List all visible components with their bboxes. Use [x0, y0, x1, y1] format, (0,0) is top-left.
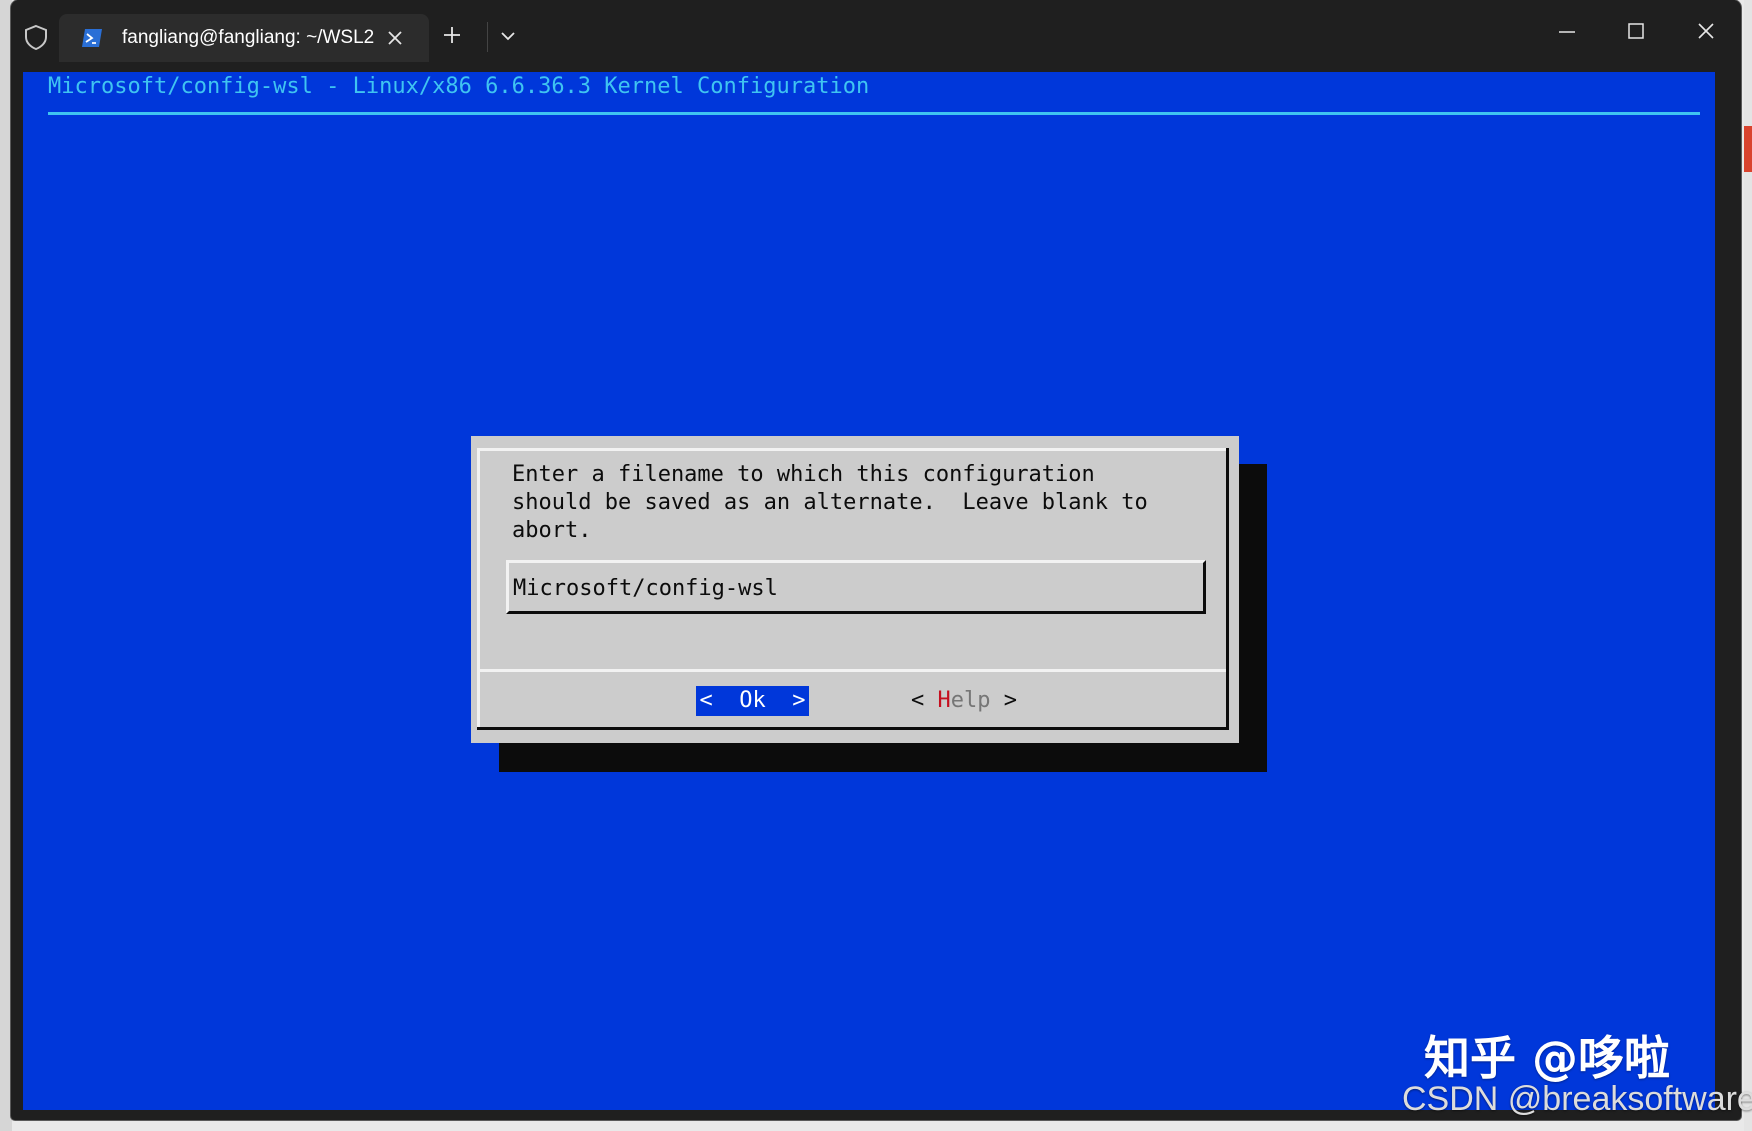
help-hotkey: H	[937, 688, 951, 713]
powershell-icon	[81, 28, 103, 48]
close-icon[interactable]	[1695, 20, 1717, 42]
terminal-pane[interactable]: Microsoft/config-wsl - Linux/x86 6.6.36.…	[23, 72, 1715, 1110]
tab-title: fangliang@fangliang: ~/WSL2	[122, 27, 375, 48]
minimize-icon[interactable]	[1555, 22, 1579, 42]
dialog-frame	[1226, 448, 1229, 730]
dialog-message-line: Enter a filename to which this configura…	[512, 462, 1095, 487]
help-bracket-right: >	[990, 688, 1017, 713]
dialog-divider	[480, 669, 1226, 672]
maximize-icon[interactable]	[1625, 20, 1647, 42]
terminal-window: fangliang@fangliang: ~/WSL2 Microsoft/co…	[11, 0, 1741, 1120]
dialog-frame	[477, 448, 480, 730]
dialog-message: Enter a filename to which this configura…	[512, 461, 1212, 545]
tab-active[interactable]: fangliang@fangliang: ~/WSL2	[59, 14, 429, 62]
help-button[interactable]: < Help >	[911, 686, 1017, 716]
dialog-frame	[477, 727, 1229, 730]
close-icon[interactable]	[385, 28, 405, 48]
shield-icon[interactable]	[23, 24, 49, 51]
zhihu-watermark: 知乎 @哆啦	[1424, 1031, 1671, 1085]
filename-input[interactable]	[513, 573, 1193, 603]
header-rule	[48, 112, 1700, 115]
help-bracket-left: <	[911, 688, 938, 713]
dialog-frame	[477, 448, 1229, 451]
dialog-message-line: abort.	[512, 518, 592, 543]
save-config-dialog: Enter a filename to which this configura…	[471, 436, 1239, 743]
plus-icon[interactable]	[441, 24, 463, 46]
dialog-message-line: should be saved as an alternate. Leave b…	[512, 490, 1148, 515]
csdn-watermark: CSDN @breaksoftware	[1402, 1080, 1752, 1118]
kernel-config-header: Microsoft/config-wsl - Linux/x86 6.6.36.…	[48, 74, 870, 99]
ok-button[interactable]: < Ok >	[696, 686, 809, 716]
background-red-marker	[1744, 126, 1752, 172]
title-bar[interactable]: fangliang@fangliang: ~/WSL2	[11, 0, 1741, 62]
chevron-down-icon[interactable]	[497, 26, 519, 46]
tab-separator	[487, 22, 488, 52]
help-label: elp	[950, 688, 991, 713]
filename-input-box	[506, 560, 1206, 614]
